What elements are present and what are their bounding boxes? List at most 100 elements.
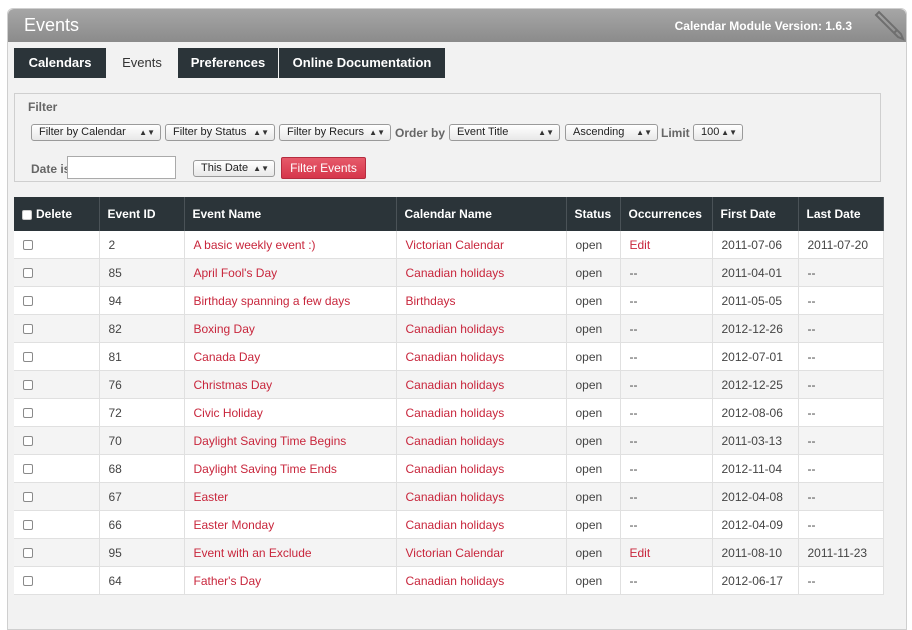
delete-checkbox[interactable] — [23, 268, 33, 279]
event-status: open — [566, 566, 621, 595]
tab-events[interactable]: Events — [107, 48, 177, 78]
occurrences-edit-link[interactable]: Edit — [630, 546, 651, 560]
last-date: -- — [798, 482, 884, 511]
delete-cell — [14, 566, 100, 595]
filter-recurs-select[interactable]: Filter by Recurs ▲▼ — [279, 124, 391, 141]
calendar-name-link[interactable]: Canadian holidays — [406, 462, 505, 476]
event-name-link[interactable]: Father's Day — [194, 574, 262, 588]
calendar-name-link[interactable]: Birthdays — [406, 294, 456, 308]
event-name-cell: Father's Day — [184, 566, 397, 595]
occurrences-cell: -- — [620, 566, 713, 595]
calendar-name-link[interactable]: Canadian holidays — [406, 322, 505, 336]
column-header-event-id[interactable]: Event ID — [99, 197, 185, 231]
event-name-link[interactable]: Daylight Saving Time Begins — [194, 434, 347, 448]
calendar-name-link[interactable]: Canadian holidays — [406, 266, 505, 280]
limit-select[interactable]: 100 ▲▼ — [693, 124, 743, 141]
date-mode-select[interactable]: This Date ▲▼ — [193, 160, 275, 177]
table-row: 64 Father's Day Canadian holidays open -- 201… — [14, 566, 884, 595]
calendar-name-cell: Canadian holidays — [396, 398, 567, 427]
order-direction-select[interactable]: Ascending ▲▼ — [565, 124, 658, 141]
delete-checkbox[interactable] — [23, 464, 33, 475]
column-header-delete: Delete — [14, 197, 100, 231]
calendar-name-cell: Canadian holidays — [396, 510, 567, 539]
event-name-link[interactable]: Birthday spanning a few days — [194, 294, 351, 308]
event-name-cell: Christmas Day — [184, 370, 397, 399]
event-id: 76 — [99, 370, 185, 399]
calendar-name-link[interactable]: Canadian holidays — [406, 434, 505, 448]
calendar-name-link[interactable]: Canadian holidays — [406, 350, 505, 364]
occurrences-cell: Edit — [620, 231, 713, 259]
delete-checkbox[interactable] — [23, 352, 33, 363]
delete-cell — [14, 510, 100, 539]
event-name-link[interactable]: Daylight Saving Time Ends — [194, 462, 337, 476]
event-name-link[interactable]: Easter — [194, 490, 229, 504]
event-id: 2 — [99, 231, 185, 259]
column-header-first-date[interactable]: First Date — [712, 197, 799, 231]
event-name-cell: Event with an Exclude — [184, 538, 397, 567]
select-all-checkbox[interactable] — [22, 209, 32, 220]
event-status: open — [566, 342, 621, 371]
calendar-name-link[interactable]: Canadian holidays — [406, 378, 505, 392]
event-name-link[interactable]: Easter Monday — [194, 518, 275, 532]
calendar-name-link[interactable]: Canadian holidays — [406, 490, 505, 504]
order-field-select[interactable]: Event Title ▲▼ — [449, 124, 560, 141]
event-name-link[interactable]: A basic weekly event :) — [194, 238, 316, 252]
occurrences-cell: -- — [620, 454, 713, 483]
page-title: Events — [24, 15, 80, 35]
tab-preferences[interactable]: Preferences — [178, 48, 278, 78]
first-date: 2012-08-06 — [712, 398, 799, 427]
column-header-calendar-name[interactable]: Calendar Name — [396, 197, 567, 231]
event-name-cell: Canada Day — [184, 342, 397, 371]
filter-status-select[interactable]: Filter by Status ▲▼ — [165, 124, 275, 141]
last-date: -- — [798, 286, 884, 315]
last-date: -- — [798, 510, 884, 539]
page-header: Events Calendar Module Version: 1.6.3 — [8, 9, 906, 42]
tab-online-documentation[interactable]: Online Documentation — [279, 48, 445, 78]
delete-checkbox[interactable] — [23, 240, 33, 251]
tab-calendars[interactable]: Calendars — [14, 48, 106, 78]
first-date: 2012-12-26 — [712, 314, 799, 343]
calendar-name-link[interactable]: Canadian holidays — [406, 406, 505, 420]
date-input[interactable] — [67, 156, 176, 179]
first-date: 2011-07-06 — [712, 231, 799, 259]
first-date: 2011-08-10 — [712, 538, 799, 567]
event-name-link[interactable]: April Fool's Day — [194, 266, 278, 280]
table-row: 67 Easter Canadian holidays open -- 2012-04-0… — [14, 482, 884, 511]
delete-checkbox[interactable] — [23, 492, 33, 503]
module-version: Calendar Module Version: 1.6.3 — [674, 19, 852, 33]
calendar-name-link[interactable]: Victorian Calendar — [406, 546, 505, 560]
calendar-name-link[interactable]: Victorian Calendar — [406, 238, 505, 252]
event-name-link[interactable]: Canada Day — [194, 350, 261, 364]
delete-checkbox[interactable] — [23, 324, 33, 335]
calendar-name-link[interactable]: Canadian holidays — [406, 574, 505, 588]
filter-calendar-select[interactable]: Filter by Calendar ▲▼ — [31, 124, 161, 141]
column-header-last-date[interactable]: Last Date — [798, 197, 884, 231]
calendar-name-cell: Canadian holidays — [396, 454, 567, 483]
calendar-name-link[interactable]: Canadian holidays — [406, 518, 505, 532]
event-name-link[interactable]: Christmas Day — [194, 378, 273, 392]
delete-checkbox[interactable] — [23, 408, 33, 419]
delete-checkbox[interactable] — [23, 576, 33, 587]
delete-checkbox[interactable] — [23, 548, 33, 559]
delete-cell — [14, 454, 100, 483]
last-date: 2011-07-20 — [798, 231, 884, 259]
select-arrows-icon: ▲▼ — [721, 128, 737, 137]
event-status: open — [566, 538, 621, 567]
column-header-status[interactable]: Status — [566, 197, 621, 231]
delete-checkbox[interactable] — [23, 520, 33, 531]
select-arrows-icon: ▲▼ — [538, 128, 554, 137]
event-name-link[interactable]: Event with an Exclude — [194, 546, 312, 560]
column-header-occurrences: Occurrences — [620, 197, 713, 231]
delete-cell — [14, 398, 100, 427]
event-name-link[interactable]: Civic Holiday — [194, 406, 263, 420]
delete-checkbox[interactable] — [23, 380, 33, 391]
events-table: Delete Event ID Event Name Calendar Name… — [14, 197, 884, 595]
occurrences-edit-link[interactable]: Edit — [630, 238, 651, 252]
column-header-event-name[interactable]: Event Name — [184, 197, 397, 231]
event-name-link[interactable]: Boxing Day — [194, 322, 255, 336]
delete-cell — [14, 231, 100, 259]
delete-checkbox[interactable] — [23, 296, 33, 307]
delete-checkbox[interactable] — [23, 436, 33, 447]
filter-events-button[interactable]: Filter Events — [281, 157, 366, 179]
table-row: 81 Canada Day Canadian holidays open -- 2012-… — [14, 342, 884, 371]
